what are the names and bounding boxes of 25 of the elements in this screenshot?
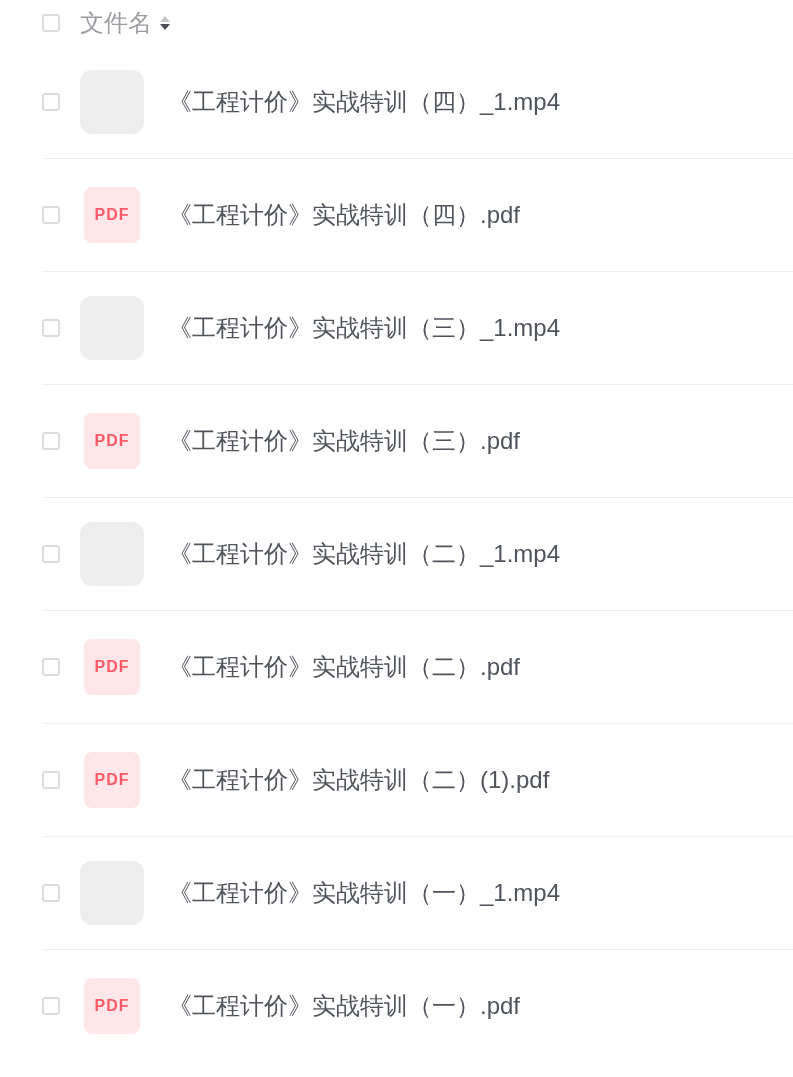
row-checkbox[interactable] xyxy=(42,997,60,1015)
file-name[interactable]: 《工程计价》实战特训（二）(1).pdf xyxy=(168,764,550,796)
row-checkbox[interactable] xyxy=(42,206,60,224)
sort-icon[interactable] xyxy=(159,15,171,31)
row-checkbox[interactable] xyxy=(42,93,60,111)
row-checkbox[interactable] xyxy=(42,319,60,337)
select-all-checkbox[interactable] xyxy=(42,14,60,32)
row-checkbox[interactable] xyxy=(42,432,60,450)
row-checkbox[interactable] xyxy=(42,545,60,563)
file-name[interactable]: 《工程计价》实战特训（三）.pdf xyxy=(168,425,521,457)
row-checkbox[interactable] xyxy=(42,884,60,902)
file-name[interactable]: 《工程计价》实战特训（一）_1.mp4 xyxy=(168,877,561,909)
file-name[interactable]: 《工程计价》实战特训（二）.pdf xyxy=(168,651,521,683)
pdf-file-icon: PDF xyxy=(84,978,140,1034)
file-name[interactable]: 《工程计价》实战特训（四）_1.mp4 xyxy=(168,86,561,118)
file-name[interactable]: 《工程计价》实战特训（二）_1.mp4 xyxy=(168,538,561,570)
row-checkbox[interactable] xyxy=(42,658,60,676)
pdf-file-icon: PDF xyxy=(84,413,140,469)
row-checkbox[interactable] xyxy=(42,771,60,789)
file-name[interactable]: 《工程计价》实战特训（一）.pdf xyxy=(168,990,521,1022)
pdf-file-icon: PDF xyxy=(84,639,140,695)
pdf-file-icon: PDF xyxy=(84,752,140,808)
pdf-file-icon: PDF xyxy=(84,187,140,243)
file-name[interactable]: 《工程计价》实战特训（四）.pdf xyxy=(168,199,521,231)
file-name[interactable]: 《工程计价》实战特训（三）_1.mp4 xyxy=(168,312,561,344)
